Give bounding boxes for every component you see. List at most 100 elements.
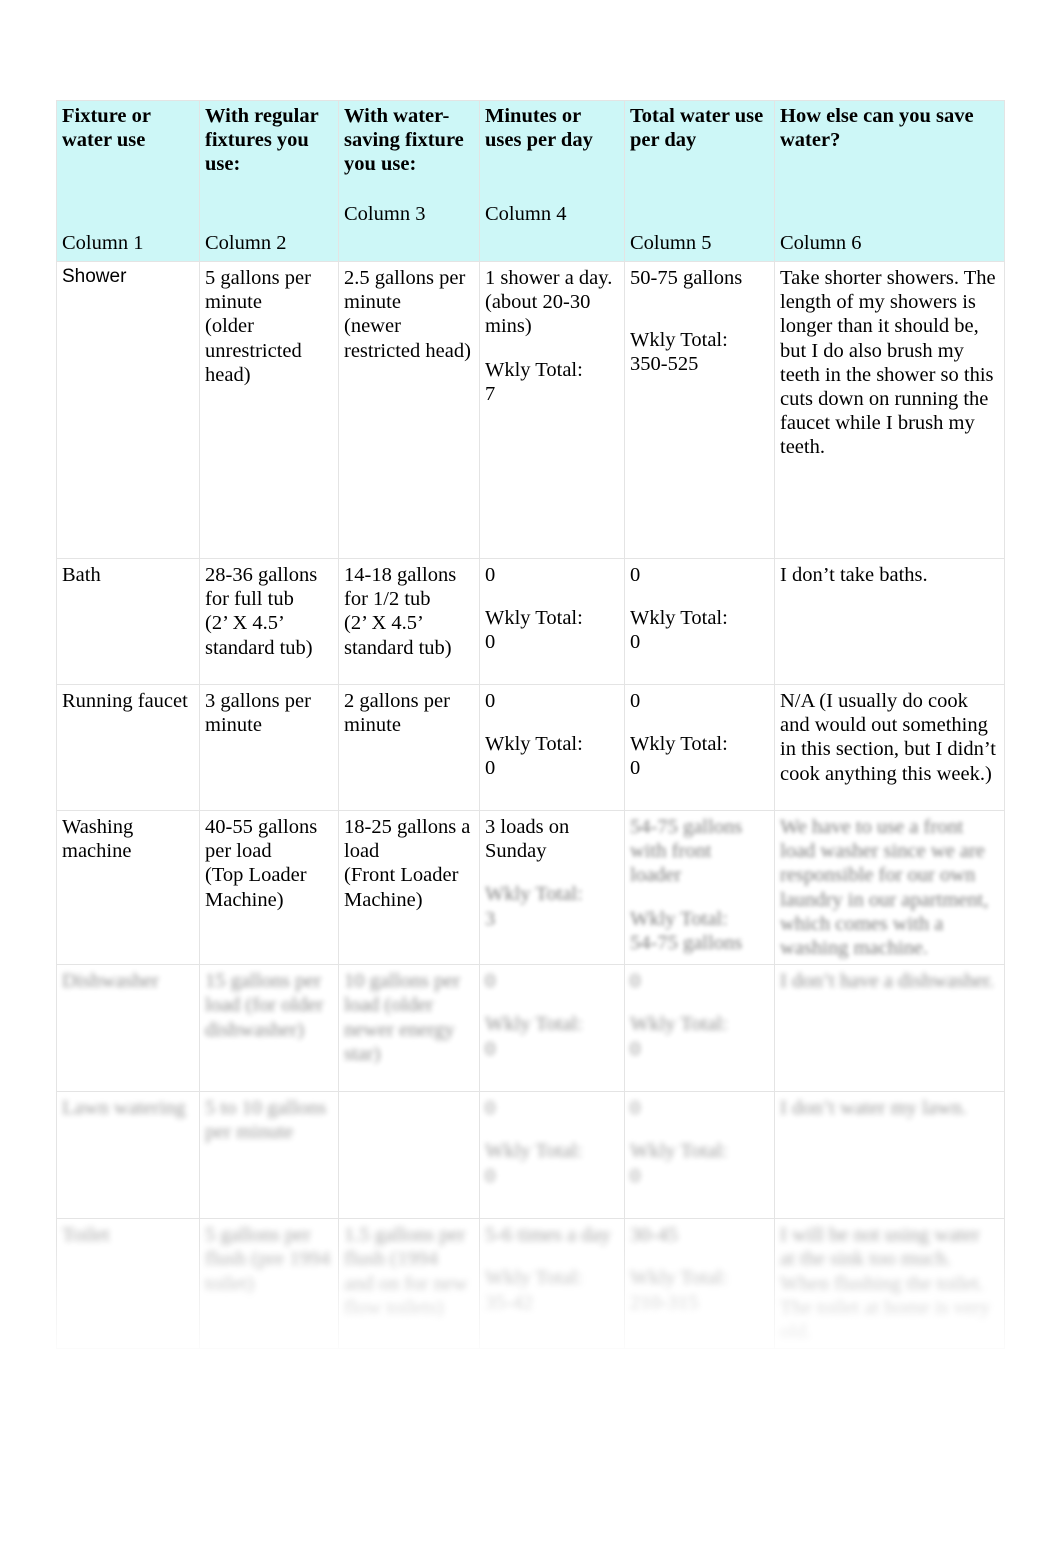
cell-minutes-per-day: 0 Wkly Total: 0	[479, 558, 625, 685]
text-line: 5 to 10 gallons	[205, 1097, 327, 1120]
text-line: (2’ X 4.5’	[205, 612, 285, 635]
text-line: 30-45	[630, 1224, 678, 1247]
weekly-total-label: Wkly Total:	[630, 1267, 728, 1290]
fixture-name: Toilet	[62, 1224, 110, 1247]
cell-saving-fixture: 18-25 gallons a load (Front Loader Machi…	[338, 809, 480, 966]
table-row: Running faucet 3 gallons per minute 2 ga…	[56, 684, 1005, 811]
text-line: flow toilets)	[344, 1296, 444, 1319]
cell-minutes-per-day: 5-6 times a day Wkly Total: 35-42	[479, 1218, 625, 1350]
fixture-name: Shower	[62, 266, 127, 287]
text-line: 3 loads on	[485, 816, 570, 838]
table-row: Dishwasher 15 gallons per load (for olde…	[56, 964, 1005, 1093]
text-line: (Top Loader	[205, 864, 307, 887]
save-water-note: I will be not using water at the sink to…	[780, 1224, 991, 1343]
column-header-total-water-use: Total water use per day Column 5	[624, 100, 775, 262]
cell-total-water-use: 30-45 Wkly Total: 210-315	[624, 1218, 775, 1350]
text-line: loader	[630, 864, 682, 887]
column-header-how-else-save-water: How else can you save water? Column 6	[774, 100, 1005, 262]
weekly-total-label: Wkly Total:	[630, 733, 728, 756]
water-use-table: Fixture or water use Column 1 With regul…	[56, 100, 1005, 1350]
text-line: 18-25 gallons a	[344, 816, 471, 838]
cell-total-water-use: 0 Wkly Total: 0	[624, 558, 775, 685]
weekly-total-label: Wkly Total:	[485, 883, 583, 906]
column-header-number: Column 5	[630, 231, 712, 254]
weekly-total-value: 0	[630, 631, 641, 654]
text-line: restricted head)	[344, 339, 471, 362]
save-water-note: We have to use a front load washer since…	[780, 816, 989, 959]
cell-fixture: Bath	[56, 558, 200, 685]
fixture-name: Washing	[62, 816, 134, 838]
weekly-total-label: Wkly Total:	[630, 907, 728, 930]
text-line: flush (1994	[344, 1248, 438, 1271]
text-line: minute	[344, 291, 401, 314]
weekly-total-label: Wkly Total:	[485, 1140, 583, 1163]
cell-total-water-use: 0 Wkly Total: 0	[624, 684, 775, 811]
weekly-total-value: 7	[485, 382, 496, 405]
weekly-total-label: Wkly Total:	[630, 1013, 728, 1036]
weekly-total-value: 54-75 gallons	[630, 931, 743, 954]
cell-fixture: Dishwasher	[56, 964, 200, 1093]
text-line: per minute	[205, 1121, 294, 1144]
text-line: 0	[485, 1097, 496, 1120]
text-line: 40-55 gallons	[205, 816, 318, 838]
text-line: newer energy	[344, 1018, 455, 1041]
weekly-total-value: 0	[485, 1164, 496, 1187]
fixture-name: Bath	[62, 564, 101, 586]
weekly-total-value: 210-315	[630, 1291, 699, 1314]
table-row: Washing machine 40-55 gallons per load (…	[56, 809, 1005, 966]
text-line: for full tub	[205, 588, 294, 611]
text-line: 50-75 gallons	[630, 267, 743, 289]
text-line: load (for older	[205, 994, 324, 1017]
text-line: 28-36 gallons	[205, 564, 318, 586]
text-line: 5-6 times a day	[485, 1224, 611, 1247]
text-line: (2’ X 4.5’	[344, 612, 424, 635]
save-water-note: N/A (I usually do cook and would out som…	[780, 690, 997, 785]
cell-minutes-per-day: 1 shower a day. (about 20-30 mins) Wkly …	[479, 261, 625, 559]
text-line: 0	[630, 564, 641, 586]
header-row: Fixture or water use Column 1 With regul…	[56, 100, 1005, 262]
cell-total-water-use: 0 Wkly Total: 0	[624, 1091, 775, 1220]
text-line: 14-18 gallons	[344, 564, 457, 586]
weekly-total-value: 0	[630, 1037, 641, 1060]
weekly-total-value: 0	[485, 1037, 496, 1060]
cell-fixture: Washing machine	[56, 809, 200, 966]
cell-fixture: Shower	[56, 261, 200, 559]
text-line: 15 gallons per	[205, 970, 322, 993]
text-line: mins)	[485, 315, 532, 338]
column-header-water-saving-fixtures: With water-saving fixture you use: Colum…	[338, 100, 480, 262]
cell-fixture: Lawn watering	[56, 1091, 200, 1220]
weekly-total-value: 3	[485, 907, 496, 930]
text-line: Sunday	[485, 840, 547, 863]
table-row: Shower 5 gallons per minute (older unres…	[56, 261, 1005, 559]
weekly-total-value: 350-525	[630, 353, 699, 376]
cell-minutes-per-day: 0 Wkly Total: 0	[479, 1091, 625, 1220]
text-line: Machine)	[205, 888, 284, 911]
cell-how-else-save: I will be not using water at the sink to…	[774, 1218, 1005, 1350]
text-line: (newer	[344, 315, 401, 338]
weekly-total-label: Wkly Total:	[485, 1267, 583, 1290]
cell-total-water-use: 54-75 gallons with front loader Wkly Tot…	[624, 809, 775, 966]
text-line: minute	[205, 714, 262, 737]
table-row: Toilet 5 gallons per flush (pre 1994 toi…	[56, 1218, 1005, 1350]
text-line: per load	[205, 840, 272, 863]
text-line: 1.5 gallons per	[344, 1224, 466, 1247]
cell-how-else-save: I don’t take baths.	[774, 558, 1005, 685]
text-line: 0	[630, 970, 641, 993]
cell-regular-fixture: 5 to 10 gallons per minute	[199, 1091, 339, 1220]
cell-saving-fixture: 1.5 gallons per flush (1994 and on for n…	[338, 1218, 480, 1350]
cell-saving-fixture	[338, 1091, 480, 1220]
cell-how-else-save: I don’t water my lawn.	[774, 1091, 1005, 1220]
weekly-total-label: Wkly Total:	[630, 1140, 728, 1163]
weekly-total-label: Wkly Total:	[630, 329, 728, 352]
cell-how-else-save: N/A (I usually do cook and would out som…	[774, 684, 1005, 811]
